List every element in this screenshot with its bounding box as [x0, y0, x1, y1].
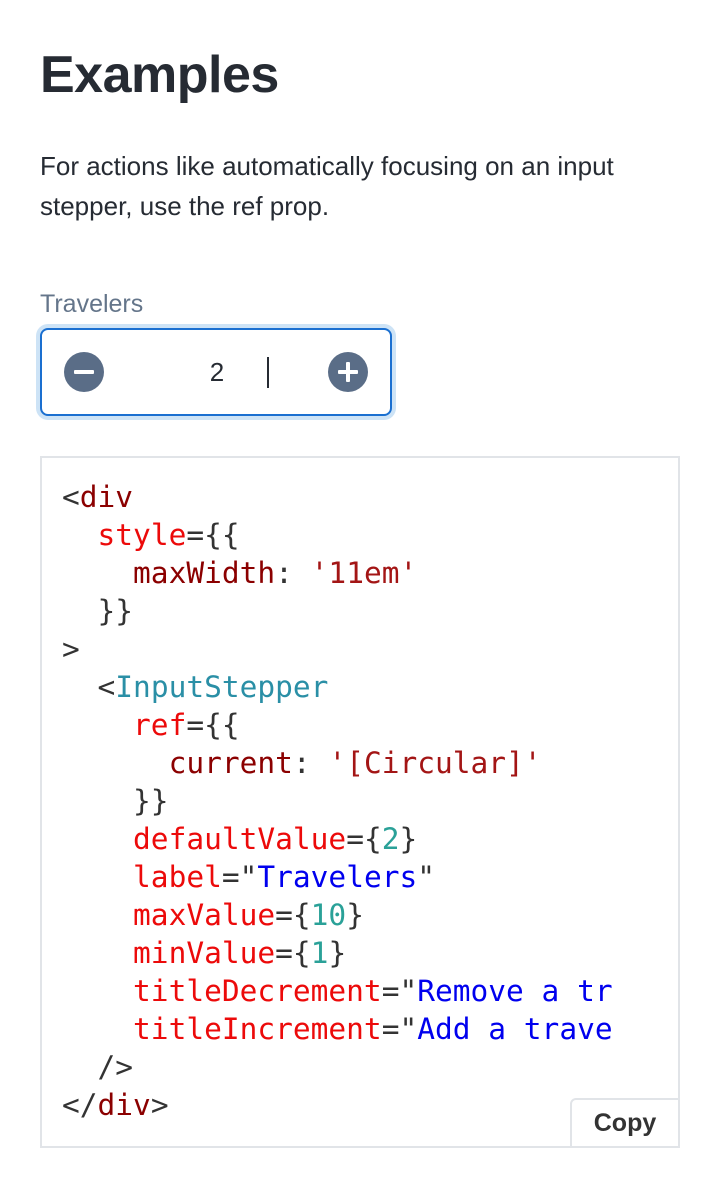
code-line: minValue={1}: [133, 936, 347, 970]
code-line: }}: [133, 784, 169, 818]
code-line: }}: [97, 594, 134, 628]
code-line: maxValue={10}: [133, 898, 364, 932]
code-line: titleIncrement="Add a trave: [133, 1012, 613, 1046]
code-line: ref={{: [133, 708, 240, 742]
code-line: </div>: [62, 1088, 169, 1122]
code-example-block: <div style={{ maxWidth: '11em' }} > <Inp…: [40, 456, 680, 1148]
stepper-value-input[interactable]: [142, 352, 292, 392]
code-line: <div: [62, 480, 134, 514]
code-line: >: [62, 632, 80, 666]
code-line: defaultValue={2}: [133, 822, 418, 856]
code-snippet: <div style={{ maxWidth: '11em' }} > <Inp…: [62, 478, 613, 1124]
plus-circle-icon: [338, 362, 358, 382]
section-title: Examples: [40, 46, 279, 104]
code-line: maxWidth: '11em': [133, 556, 418, 590]
travelers-input-stepper: [40, 328, 392, 416]
text-caret: [267, 357, 269, 388]
increment-button[interactable]: [328, 352, 368, 392]
minus-circle-icon: [74, 370, 94, 374]
decrement-button[interactable]: [64, 352, 104, 392]
code-line: label="Travelers": [133, 860, 436, 894]
code-line: style={{: [97, 518, 240, 552]
code-line: />: [97, 1050, 134, 1084]
code-line: titleDecrement="Remove a tr: [133, 974, 613, 1008]
code-line: <InputStepper: [97, 670, 329, 704]
stepper-label: Travelers: [40, 290, 144, 318]
code-line: current: '[Circular]': [168, 746, 542, 780]
copy-button[interactable]: Copy: [570, 1098, 678, 1146]
section-description: For actions like automatically focusing …: [40, 151, 614, 221]
